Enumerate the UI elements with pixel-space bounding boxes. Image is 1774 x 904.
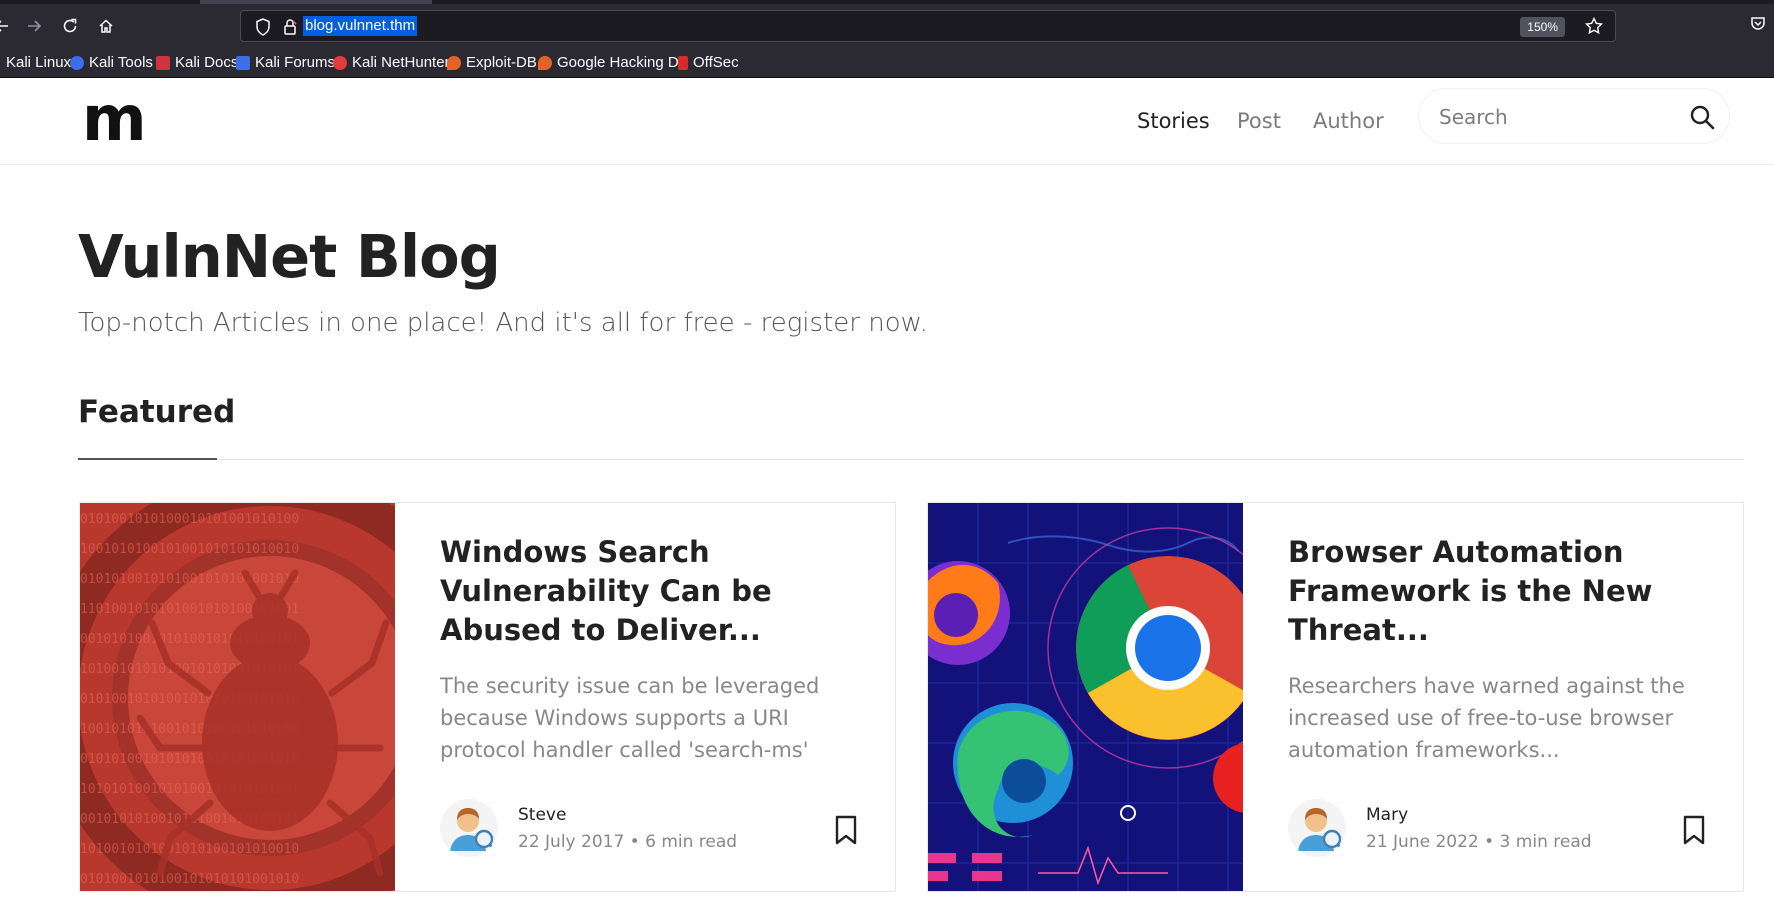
section-title: Featured bbox=[78, 394, 236, 430]
article-meta: 22 July 2017 • 6 min read bbox=[518, 832, 738, 852]
kali-forums-favicon-icon bbox=[236, 56, 250, 70]
page-title: VulnNet Blog bbox=[78, 222, 501, 291]
bookmark-kali-tools[interactable]: Kali Tools bbox=[70, 53, 153, 73]
svg-text:0101001010100101010101001010: 0101001010100101010101001010 bbox=[80, 872, 299, 887]
author-name[interactable]: Mary bbox=[1366, 804, 1408, 826]
lock-icon[interactable] bbox=[283, 18, 297, 36]
author-name[interactable]: Steve bbox=[518, 804, 566, 826]
bookmark-offsec[interactable]: OffSec bbox=[678, 53, 739, 73]
page-subtitle: Top-notch Articles in one place! And it'… bbox=[78, 308, 928, 338]
nav-post[interactable]: Post bbox=[1237, 108, 1281, 134]
article-excerpt: Researchers have warned against the incr… bbox=[1288, 674, 1685, 762]
bookmark-icon[interactable] bbox=[834, 815, 858, 845]
forward-arrow-icon bbox=[28, 20, 42, 32]
svg-text:0101001010100010101001010100: 0101001010100010101001010100 bbox=[80, 512, 299, 527]
kali-docs-favicon-icon bbox=[156, 56, 170, 70]
article-title[interactable]: Windows Search Vulnerability Can be Abus… bbox=[440, 533, 860, 650]
offsec-favicon-icon bbox=[678, 56, 688, 70]
bookmark-google-hacking-db[interactable]: Google Hacking DB bbox=[538, 53, 689, 73]
back-arrow-icon bbox=[0, 20, 8, 32]
url-text[interactable]: blog.vulnnet.thm bbox=[303, 16, 418, 36]
bookmark-label: Kali Tools bbox=[89, 54, 153, 71]
site-header: m Stories Post Author bbox=[0, 78, 1774, 165]
bookmark-label: Kali NetHunter bbox=[352, 54, 450, 71]
nav-stories[interactable]: Stories bbox=[1137, 108, 1210, 134]
article-title[interactable]: Browser Automation Framework is the New … bbox=[1288, 533, 1708, 650]
bookmark-icon[interactable] bbox=[1682, 815, 1706, 845]
search-box bbox=[1418, 88, 1730, 144]
browser-toolbar: blog.vulnnet.thm 150% bbox=[0, 4, 1774, 48]
section-divider bbox=[78, 459, 1744, 460]
avatar[interactable] bbox=[1288, 799, 1346, 857]
svg-text:1010010101001010100101010010: 1010010101001010100101010010 bbox=[80, 842, 299, 857]
search-icon[interactable] bbox=[1689, 104, 1715, 130]
address-bar[interactable]: blog.vulnnet.thm 150% bbox=[240, 10, 1616, 42]
bookmark-label: OffSec bbox=[693, 54, 739, 71]
kali-tools-favicon-icon bbox=[70, 56, 84, 70]
home-button[interactable] bbox=[92, 12, 120, 40]
bookmark-label: Kali Forums bbox=[255, 54, 336, 71]
bookmark-label: Kali Linux bbox=[6, 54, 72, 71]
bookmark-kali-forums[interactable]: Kali Forums bbox=[236, 53, 335, 73]
pocket-icon[interactable] bbox=[1750, 16, 1766, 32]
shield-icon[interactable] bbox=[255, 18, 271, 36]
author-avatar-icon bbox=[440, 799, 498, 857]
search-input[interactable] bbox=[1437, 101, 1671, 133]
reload-button[interactable] bbox=[56, 12, 84, 40]
svg-text:0101010010101001010101001010: 0101010010101001010101001010 bbox=[80, 572, 299, 587]
forward-button[interactable] bbox=[20, 12, 48, 40]
author-avatar-icon bbox=[1288, 799, 1346, 857]
nav-author[interactable]: Author bbox=[1313, 108, 1384, 134]
bookmark-kali-nethunter[interactable]: Kali NetHunter bbox=[333, 53, 450, 73]
avatar[interactable] bbox=[440, 799, 498, 857]
back-button[interactable] bbox=[0, 12, 16, 40]
bookmarks-toolbar: Kali Linux Kali Tools Kali Docs Kali For… bbox=[0, 48, 1774, 78]
exploit-db-favicon-icon bbox=[447, 56, 461, 70]
bookmark-kali-linux[interactable]: Kali Linux bbox=[6, 53, 71, 73]
site-logo[interactable]: m bbox=[82, 84, 147, 154]
article-meta: 21 June 2022 • 3 min read bbox=[1366, 832, 1592, 852]
bookmark-label: Google Hacking DB bbox=[557, 54, 689, 71]
home-icon bbox=[99, 19, 113, 33]
section-divider-accent bbox=[78, 458, 217, 460]
ghdb-favicon-icon bbox=[538, 56, 552, 70]
kali-nethunter-favicon-icon bbox=[333, 56, 347, 70]
article-thumbnail-bug[interactable]: 0101001010100010101001010100 10010101001… bbox=[80, 503, 395, 892]
svg-text:1001010100101001010101010010: 1001010100101001010101010010 bbox=[80, 542, 299, 557]
reload-icon bbox=[63, 18, 77, 33]
zoom-level[interactable]: 150% bbox=[1520, 17, 1565, 37]
bookmark-label: Kali Docs bbox=[175, 54, 239, 71]
star-bookmark-icon[interactable] bbox=[1585, 17, 1603, 35]
bookmark-exploit-db[interactable]: Exploit-DB bbox=[447, 53, 537, 73]
article-excerpt: The security issue can be leveraged beca… bbox=[440, 674, 820, 762]
article-card[interactable]: 0101001010100010101001010100 10010101001… bbox=[79, 502, 896, 892]
article-thumbnail-browsers[interactable] bbox=[928, 503, 1243, 892]
article-card[interactable]: Browser Automation Framework is the New … bbox=[927, 502, 1744, 892]
bookmark-label: Exploit-DB bbox=[466, 54, 537, 71]
bookmark-kali-docs[interactable]: Kali Docs bbox=[156, 53, 238, 73]
